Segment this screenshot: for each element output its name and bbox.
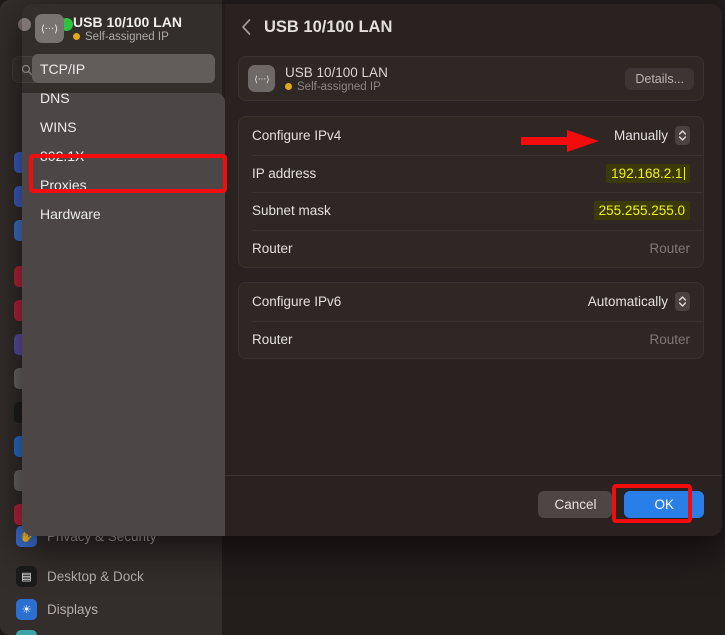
configure-ipv4-row[interactable]: Configure IPv4 Manually bbox=[239, 117, 703, 155]
desktop-dock-icon: ▤ bbox=[16, 565, 37, 587]
back-chevron-icon[interactable] bbox=[241, 18, 252, 36]
configure-ipv6-label: Configure IPv6 bbox=[252, 294, 342, 310]
panel-item-label: Hardware bbox=[40, 205, 101, 222]
ip-address-field[interactable]: 192.168.2.1 bbox=[606, 163, 690, 183]
configure-ipv6-value: Automatically bbox=[587, 294, 668, 310]
cancel-button[interactable]: Cancel bbox=[538, 491, 613, 518]
chevron-updown-icon[interactable] bbox=[675, 292, 690, 312]
sidebar-item-label: Desktop & Dock bbox=[47, 568, 144, 584]
configure-ipv4-popup[interactable]: Manually bbox=[613, 126, 690, 146]
ipv4-router-placeholder: Router bbox=[649, 240, 690, 256]
ok-button[interactable]: OK bbox=[624, 491, 704, 518]
svg-text:⟨···⟩: ⟨···⟩ bbox=[254, 75, 269, 85]
panel-item-tcpip[interactable]: TCP/IP bbox=[32, 54, 215, 83]
configure-ipv6-row[interactable]: Configure IPv6 Automatically bbox=[239, 283, 703, 321]
configure-ipv6-popup[interactable]: Automatically bbox=[587, 292, 690, 312]
panel-item-wins[interactable]: WINS bbox=[32, 112, 215, 141]
svg-text:⟨···⟩: ⟨···⟩ bbox=[41, 24, 58, 35]
chevron-updown-icon[interactable] bbox=[675, 126, 690, 146]
text-caret bbox=[683, 166, 685, 180]
dialog-footer: Cancel OK bbox=[538, 491, 704, 518]
panel-device-name: USB 10/100 LAN bbox=[73, 13, 182, 30]
subnet-mask-field[interactable]: 255.255.255.0 bbox=[593, 201, 690, 221]
subnet-mask-value: 255.255.255.0 bbox=[598, 203, 685, 219]
configure-ipv4-label: Configure IPv4 bbox=[252, 128, 342, 144]
sidebar-item-desktop-dock[interactable]: ▤ Desktop & Dock bbox=[10, 561, 215, 591]
panel-status-label: Self-assigned IP bbox=[85, 30, 169, 43]
ethernet-icon: ⟨···⟩ bbox=[248, 65, 275, 92]
screen: Search ✋ Privacy & Security ▤ Desktop & … bbox=[0, 0, 725, 635]
wallpaper-icon: ❀ bbox=[16, 629, 37, 635]
status-dot-icon bbox=[285, 83, 292, 90]
panel-item-hardware[interactable]: Hardware bbox=[32, 199, 215, 228]
brightness-icon: ☀ bbox=[16, 598, 37, 620]
ipv6-router-placeholder: Router bbox=[649, 331, 690, 347]
configure-ipv4-value: Manually bbox=[613, 128, 668, 144]
panel-item-label: 802.1X bbox=[40, 147, 85, 164]
ip-address-value: 192.168.2.1 bbox=[611, 165, 683, 181]
tcpip-dialog: USB 10/100 LAN ⟨···⟩ USB 10/100 LAN Self… bbox=[22, 4, 722, 536]
footer-divider bbox=[225, 475, 722, 476]
panel-device-status: Self-assigned IP bbox=[73, 31, 182, 43]
panel-item-8021x[interactable]: 802.1X bbox=[32, 141, 215, 170]
sidebar-item-wallpaper[interactable]: ❀ Wallpaper bbox=[10, 625, 215, 635]
status-dot-icon bbox=[73, 33, 80, 40]
ipv4-router-label: Router bbox=[252, 240, 293, 256]
page-title: USB 10/100 LAN bbox=[264, 17, 393, 36]
panel-item-label: Proxies bbox=[40, 176, 87, 193]
panel-item-label: WINS bbox=[40, 118, 77, 135]
sidebar-item-label: Displays bbox=[47, 601, 99, 617]
dialog-header: USB 10/100 LAN bbox=[225, 4, 722, 50]
panel-item-list: TCP/IP DNS WINS 802.1X Proxies Hardware bbox=[22, 54, 225, 228]
subnet-mask-row[interactable]: Subnet mask 255.255.255.0 bbox=[239, 192, 703, 230]
ipv4-router-row[interactable]: Router Router bbox=[239, 229, 703, 268]
sidebar-item-displays[interactable]: ☀ Displays bbox=[10, 594, 215, 624]
panel-item-dns[interactable]: DNS bbox=[32, 83, 215, 112]
panel-header: ⟨···⟩ USB 10/100 LAN Self-assigned IP bbox=[22, 4, 225, 52]
ethernet-icon: ⟨···⟩ bbox=[35, 13, 64, 43]
ipv4-settings-group: Configure IPv4 Manually IP address 192.1… bbox=[238, 116, 704, 268]
panel-item-proxies[interactable]: Proxies bbox=[32, 170, 215, 199]
subnet-mask-label: Subnet mask bbox=[252, 203, 331, 219]
panel-item-label: DNS bbox=[40, 89, 70, 106]
device-status: Self-assigned IP bbox=[285, 81, 615, 93]
device-status-label: Self-assigned IP bbox=[297, 80, 381, 93]
ip-address-row[interactable]: IP address 192.168.2.1 bbox=[239, 154, 703, 193]
ipv6-router-row[interactable]: Router Router bbox=[239, 320, 703, 359]
panel-item-label: TCP/IP bbox=[40, 60, 86, 77]
ip-address-label: IP address bbox=[252, 165, 317, 181]
ipv6-router-label: Router bbox=[252, 331, 293, 347]
details-button[interactable]: Details... bbox=[625, 67, 694, 90]
device-name: USB 10/100 LAN bbox=[285, 64, 388, 80]
ipv6-settings-group: Configure IPv6 Automatically Router Rout… bbox=[238, 282, 704, 359]
device-card: ⟨···⟩ USB 10/100 LAN Self-assigned IP De… bbox=[238, 56, 704, 101]
